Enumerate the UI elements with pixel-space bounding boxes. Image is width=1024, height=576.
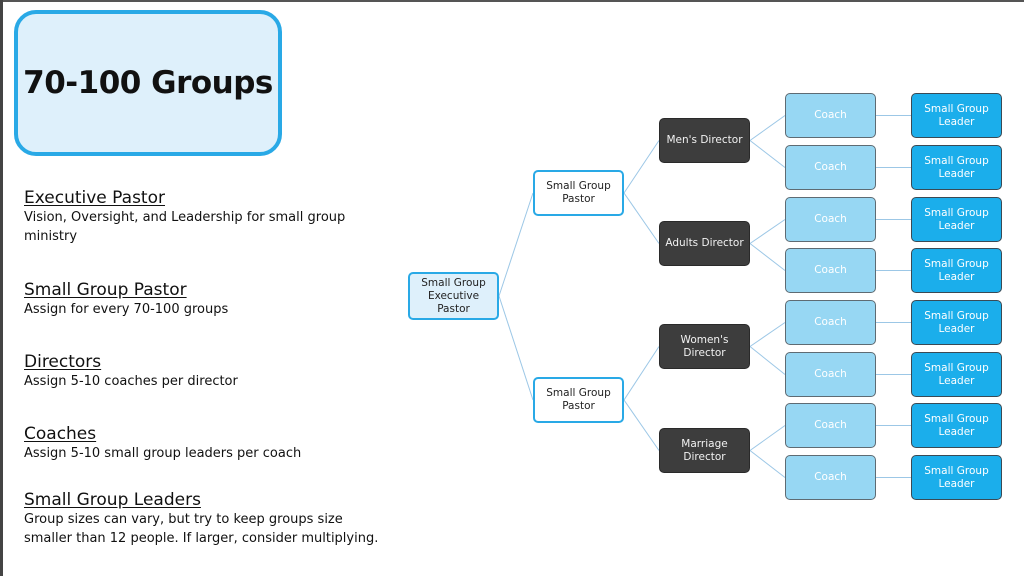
connector-director-coach bbox=[749, 346, 786, 375]
small-group-leader-box-label: Small Group Leader bbox=[924, 464, 989, 490]
connector-pastor-director bbox=[623, 192, 660, 244]
small-group-leader-box-label: Small Group Leader bbox=[924, 361, 989, 387]
small-group-pastor-box: Small Group Pastor bbox=[533, 170, 624, 216]
director-box: Men's Director bbox=[659, 118, 750, 163]
coach-box: Coach bbox=[785, 248, 876, 293]
small-group-leader-box-label: Small Group Leader bbox=[924, 309, 989, 335]
executive-pastor-box: Small Group Executive Pastor bbox=[408, 272, 499, 320]
small-group-leader-box: Small Group Leader bbox=[911, 455, 1002, 500]
coach-box: Coach bbox=[785, 300, 876, 345]
coach-box-label: Coach bbox=[814, 109, 847, 121]
small-group-pastor-box: Small Group Pastor bbox=[533, 377, 624, 423]
small-group-leader-box: Small Group Leader bbox=[911, 197, 1002, 242]
connector-director-coach bbox=[749, 219, 786, 244]
small-group-leader-box: Small Group Leader bbox=[911, 352, 1002, 397]
coach-box-label: Coach bbox=[814, 264, 847, 276]
small-group-leader-box: Small Group Leader bbox=[911, 300, 1002, 345]
coach-box: Coach bbox=[785, 197, 876, 242]
connector-director-coach bbox=[749, 140, 786, 168]
small-group-leader-box-label: Small Group Leader bbox=[924, 257, 989, 283]
coach-box: Coach bbox=[785, 403, 876, 448]
director-box: Marriage Director bbox=[659, 428, 750, 473]
coach-box: Coach bbox=[785, 455, 876, 500]
connector-director-coach bbox=[749, 322, 786, 347]
coach-box: Coach bbox=[785, 93, 876, 138]
coach-box-label: Coach bbox=[814, 213, 847, 225]
connector-director-coach bbox=[749, 425, 786, 451]
small-group-leader-box: Small Group Leader bbox=[911, 248, 1002, 293]
connector-pastor-director bbox=[623, 140, 660, 194]
connector-director-coach bbox=[749, 243, 786, 271]
director-box-label: Marriage Director bbox=[681, 437, 728, 463]
director-box-label: Women's Director bbox=[680, 333, 729, 359]
small-group-leader-box-label: Small Group Leader bbox=[924, 102, 989, 128]
director-box-label: Adults Director bbox=[665, 237, 744, 249]
small-group-pastor-box-label: Small Group Pastor bbox=[546, 387, 611, 412]
small-group-pastor-box-label: Small Group Pastor bbox=[546, 180, 611, 205]
coach-box-label: Coach bbox=[814, 419, 847, 431]
small-group-leader-box-label: Small Group Leader bbox=[924, 154, 989, 180]
director-box: Adults Director bbox=[659, 221, 750, 266]
coach-box-label: Coach bbox=[814, 161, 847, 173]
coach-box-label: Coach bbox=[814, 368, 847, 380]
small-group-leader-box: Small Group Leader bbox=[911, 93, 1002, 138]
connector-exec-pastor bbox=[498, 192, 534, 297]
coach-box-label: Coach bbox=[814, 471, 847, 483]
executive-pastor-box-label: Small Group Executive Pastor bbox=[421, 276, 486, 315]
coach-box: Coach bbox=[785, 352, 876, 397]
connector-pastor-director bbox=[623, 346, 660, 401]
connector-director-coach bbox=[749, 115, 786, 141]
connector-pastor-director bbox=[623, 399, 660, 451]
director-box-label: Men's Director bbox=[666, 134, 743, 146]
coach-box: Coach bbox=[785, 145, 876, 190]
connector-exec-pastor bbox=[498, 295, 534, 401]
small-group-leader-box: Small Group Leader bbox=[911, 145, 1002, 190]
small-group-leader-box-label: Small Group Leader bbox=[924, 206, 989, 232]
small-group-leader-box-label: Small Group Leader bbox=[924, 412, 989, 438]
director-box: Women's Director bbox=[659, 324, 750, 369]
connector-director-coach bbox=[749, 450, 786, 478]
coach-box-label: Coach bbox=[814, 316, 847, 328]
small-group-leader-box: Small Group Leader bbox=[911, 403, 1002, 448]
